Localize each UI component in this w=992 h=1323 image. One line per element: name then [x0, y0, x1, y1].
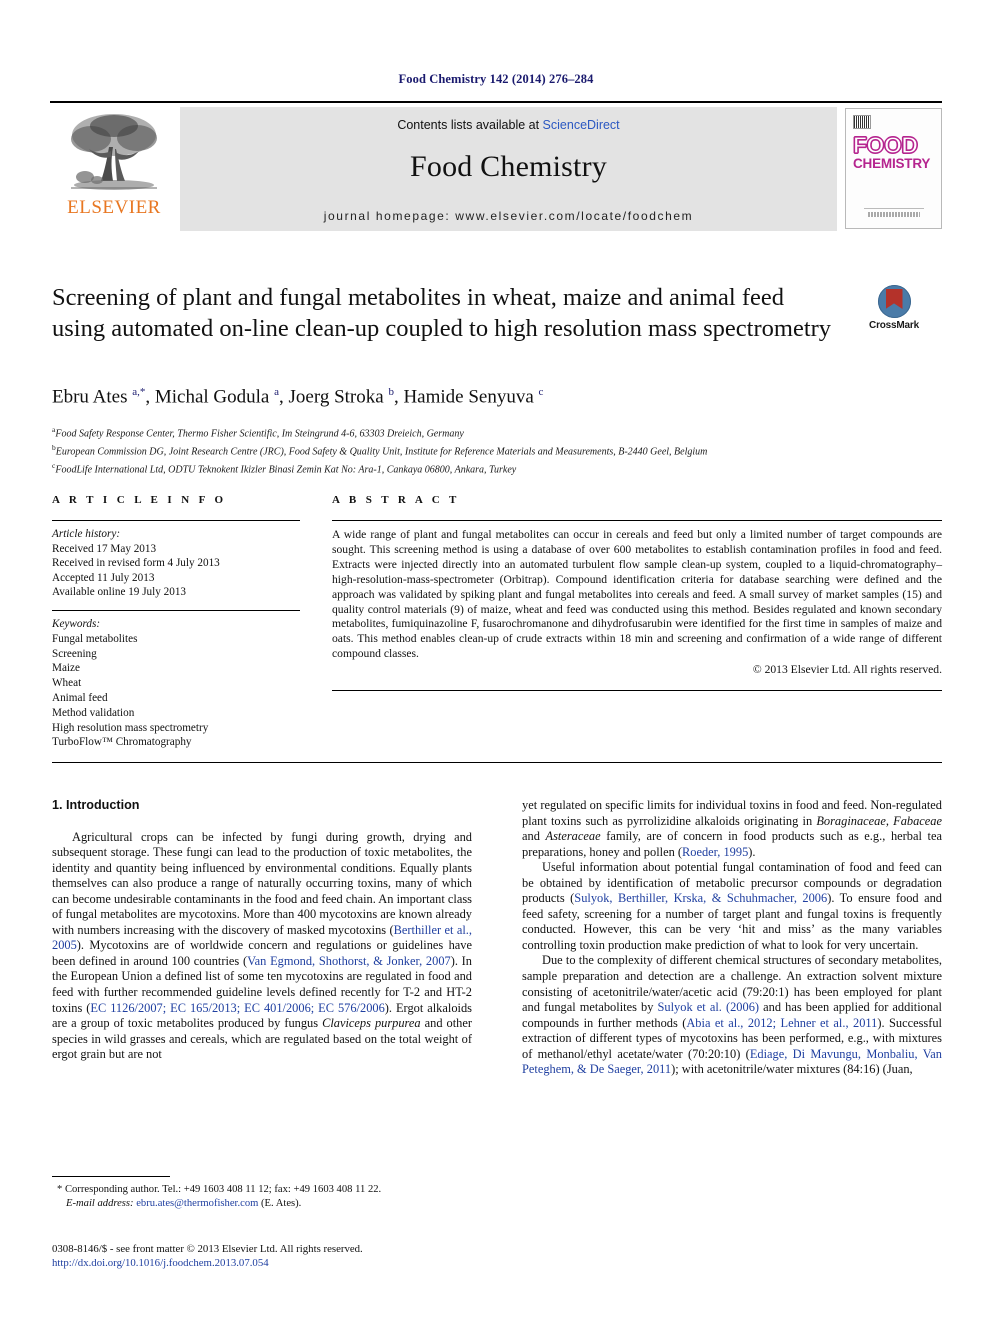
divider: [332, 690, 942, 692]
article-history-label: Article history:: [52, 528, 121, 540]
journal-cover-thumbnail: FOOD CHEMISTRY: [845, 108, 942, 229]
crossmark-badge[interactable]: CrossMark: [851, 285, 937, 331]
sciencedirect-link[interactable]: ScienceDirect: [543, 118, 620, 132]
article-info-heading: A R T I C L E I N F O: [52, 494, 227, 506]
citation-link[interactable]: Sulyok, Berthiller, Krska, & Schuhmacher…: [574, 891, 827, 905]
journal-title: Food Chemistry: [410, 150, 607, 183]
abstract-text: A wide range of plant and fungal metabol…: [332, 528, 942, 661]
paragraph: Agricultural crops can be infected by fu…: [52, 829, 472, 1062]
keyword-item: Fungal metabolites: [52, 632, 138, 645]
history-item: Accepted 11 July 2013: [52, 571, 155, 584]
running-head: Food Chemistry 142 (2014) 276–284: [398, 72, 594, 86]
affiliation-marker: c: [52, 460, 56, 470]
citation-link[interactable]: Ediage, Di Mavungu, Monbaliu, Van Petegh…: [522, 1047, 942, 1077]
cover-divider: [864, 208, 924, 209]
abstract-copyright: © 2013 Elsevier Ltd. All rights reserved…: [752, 663, 942, 677]
info-abstract-section: A R T I C L E I N F O Article history: R…: [52, 494, 942, 750]
journal-homepage-link[interactable]: journal homepage: www.elsevier.com/locat…: [324, 209, 694, 223]
citation-link[interactable]: Roeder, 1995: [682, 845, 748, 859]
journal-masthead: ELSEVIER Contents lists available at Sci…: [50, 101, 942, 231]
footnote-star: *: [57, 1184, 63, 1195]
body-column-right: yet regulated on specific limits for ind…: [522, 798, 942, 1078]
section-title-introduction: 1. Introduction: [52, 798, 140, 812]
keyword-item: Wheat: [52, 677, 82, 690]
cover-footer-text: [868, 212, 920, 217]
citation-link[interactable]: Van Egmond, Shothorst, & Jonker, 2007: [247, 954, 451, 968]
contents-available-line: Contents lists available at ScienceDirec…: [397, 118, 619, 132]
keyword-item: High resolution mass spectrometry: [52, 721, 209, 734]
elsevier-wordmark: ELSEVIER: [67, 197, 161, 218]
paragraph: Useful information about potential funga…: [522, 860, 942, 952]
title-block: Screening of plant and fungal metabolite…: [52, 282, 942, 344]
keyword-item: Maize: [52, 662, 80, 675]
affiliation-item: cFoodLife International Ltd, ODTU Teknok…: [52, 460, 517, 476]
keyword-item: Screening: [52, 647, 97, 660]
cover-chemistry-word: CHEMISTRY: [853, 156, 931, 171]
citation-link[interactable]: Abia et al., 2012; Lehner et al., 2011: [686, 1016, 877, 1030]
paper-page: Food Chemistry 142 (2014) 276–284 ELSEVI…: [0, 0, 992, 1323]
crossmark-icon: [877, 285, 911, 318]
abstract-column: A B S T R A C T A wide range of plant an…: [332, 494, 942, 750]
italic-text: Claviceps purpurea: [322, 1016, 421, 1031]
email-label: E-mail address:: [66, 1197, 134, 1209]
body-columns: 1. Introduction Agricultural crops can b…: [52, 798, 942, 1078]
footnote-divider: [52, 1176, 170, 1177]
abstract-heading: A B S T R A C T: [332, 494, 460, 506]
body-column-left: 1. Introduction Agricultural crops can b…: [52, 798, 472, 1078]
affiliation-marker: a: [52, 425, 56, 434]
contents-prefix: Contents lists available at: [397, 118, 543, 132]
crossmark-label: CrossMark: [869, 320, 919, 331]
imprint-block: 0308-8146/$ - see front matter © 2013 El…: [52, 1242, 552, 1270]
section-divider: [52, 762, 942, 763]
citation-link[interactable]: Berthiller et al., 2005: [52, 923, 472, 953]
affiliation-item: bEuropean Commission DG, Joint Research …: [52, 442, 708, 458]
keyword-item: Method validation: [52, 706, 135, 719]
keywords-label: Keywords:: [52, 617, 101, 630]
italic-text: Asteraceae: [545, 829, 601, 844]
issn-line: 0308-8146/$ - see front matter © 2013 El…: [52, 1243, 363, 1255]
author-list: Ebru Ates a,*, Michal Godula a, Joerg St…: [52, 386, 544, 408]
doi-link[interactable]: http://dx.doi.org/10.1016/j.foodchem.201…: [52, 1256, 552, 1270]
paragraph: Due to the complexity of different chemi…: [522, 953, 942, 1077]
keyword-item: TurboFlow™ Chromatography: [52, 736, 192, 749]
paragraph: yet regulated on specific limits for ind…: [522, 798, 942, 859]
history-item: Received 17 May 2013: [52, 542, 157, 555]
history-item: Received in revised form 4 July 2013: [52, 557, 220, 570]
keyword-item: Animal feed: [52, 691, 108, 704]
affiliation-item: aFood Safety Response Center, Thermo Fis…: [52, 425, 464, 440]
footnote-block: * Corresponding author. Tel.: +49 1603 4…: [52, 1176, 472, 1210]
citation-link[interactable]: Sulyok et al. (2006): [658, 1000, 759, 1014]
article-history: Article history: Received 17 May 2013 Re…: [52, 521, 300, 600]
affiliations: aFood Safety Response Center, Thermo Fis…: [52, 423, 942, 477]
email-link[interactable]: ebru.ates@thermofisher.com: [136, 1198, 258, 1209]
page-title: Screening of plant and fungal metabolite…: [52, 284, 832, 342]
affiliation-marker: b: [52, 442, 56, 452]
citation-link[interactable]: EC 1126/2007; EC 165/2013; EC 401/2006; …: [90, 1001, 384, 1015]
article-info-column: A R T I C L E I N F O Article history: R…: [52, 494, 300, 750]
elsevier-tree-icon: [61, 111, 167, 199]
corresponding-author-note: * Corresponding author. Tel.: +49 1603 4…: [57, 1184, 382, 1209]
elsevier-logo: ELSEVIER: [50, 107, 178, 231]
keywords: Keywords: Fungal metabolites Screening M…: [52, 611, 300, 750]
cover-barcode-icon: [853, 115, 871, 129]
history-item: Available online 19 July 2013: [52, 586, 187, 599]
cover-food-word: FOOD: [852, 131, 918, 158]
journal-band: Contents lists available at ScienceDirec…: [180, 107, 837, 231]
italic-text: Boraginaceae, Fabaceae: [816, 813, 942, 828]
